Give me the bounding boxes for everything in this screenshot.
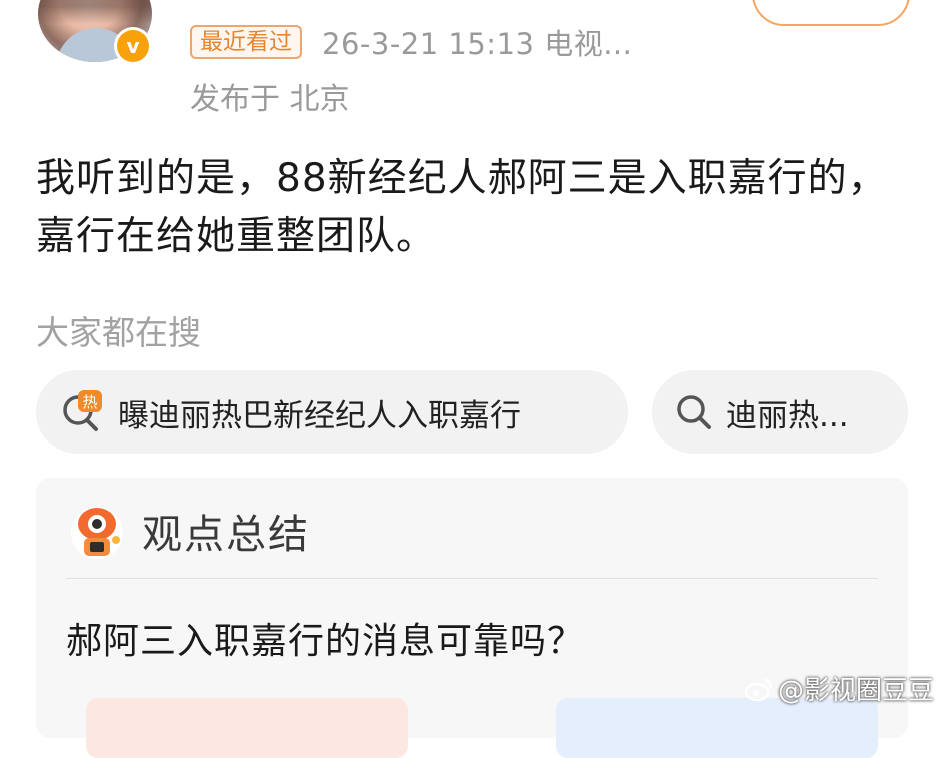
verified-badge-icon: v bbox=[114, 27, 152, 65]
weibo-logo-icon bbox=[744, 678, 773, 701]
robot-mascot-icon bbox=[71, 507, 123, 559]
answer-option-left[interactable] bbox=[86, 698, 408, 758]
post-content: 我听到的是，88新经纪人郝阿三是入职嘉行的，嘉行在给她重整团队。 bbox=[36, 156, 888, 259]
watermark-text: @影视圈豆豆 bbox=[777, 676, 934, 706]
summary-question[interactable]: 郝阿三入职嘉行的消息可靠吗？ bbox=[66, 612, 584, 664]
follow-button[interactable] bbox=[752, 0, 910, 26]
summary-header: 观点总结 bbox=[66, 500, 310, 562]
search-chip-label: 曝迪丽热巴新经纪人入职嘉行 bbox=[118, 397, 521, 434]
post-time-source[interactable]: 26-3-21 15:13 电视... bbox=[322, 21, 632, 63]
search-icon bbox=[677, 395, 711, 429]
search-chip-1[interactable]: 热 曝迪丽热巴新经纪人入职嘉行 bbox=[36, 370, 628, 454]
recently-viewed-tag: 最近看过 bbox=[190, 25, 302, 59]
hot-search-icon: 热 bbox=[63, 390, 102, 431]
watermark: @影视圈豆豆 bbox=[744, 670, 934, 707]
trending-search-title: 大家都在搜 bbox=[36, 313, 201, 352]
post-meta-row: 最近看过 26-3-21 15:13 电视... bbox=[190, 21, 632, 63]
summary-title: 观点总结 bbox=[142, 512, 310, 558]
search-chip-2[interactable]: 迪丽热... bbox=[652, 370, 908, 454]
answer-option-right[interactable] bbox=[556, 698, 878, 758]
search-chip-label: 迪丽热... bbox=[726, 397, 849, 434]
svg-text:热: 热 bbox=[82, 393, 97, 411]
post-location: 发布于 北京 bbox=[190, 82, 350, 117]
summary-divider bbox=[66, 578, 878, 579]
avatar-hair bbox=[38, 0, 152, 24]
